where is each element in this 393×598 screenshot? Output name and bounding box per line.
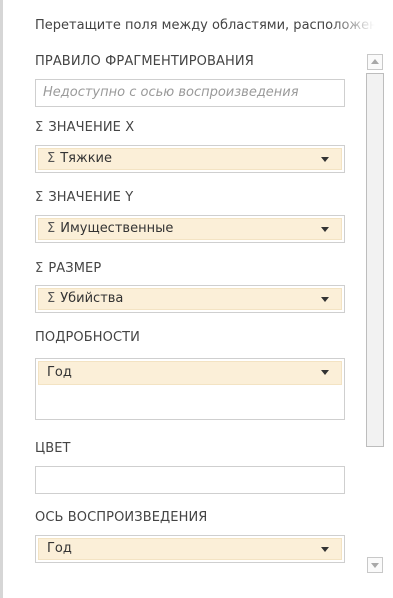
sigma-icon: Σ xyxy=(47,221,56,236)
details-label: ПОДРОБНОСТИ xyxy=(35,330,141,345)
size-label: Σ РАЗМЕР xyxy=(35,261,101,276)
hint-fade-overlay xyxy=(330,14,375,38)
y-value-label: Σ ЗНАЧЕНИЕ Y xyxy=(35,190,133,205)
sigma-icon: Σ xyxy=(35,190,44,205)
play-axis-field-pill[interactable]: Год xyxy=(38,538,342,560)
chevron-down-icon[interactable] xyxy=(321,297,329,302)
x-value-label-text: ЗНАЧЕНИЕ X xyxy=(48,120,135,135)
scrollbar-thumb[interactable] xyxy=(366,73,384,447)
play-axis-label: ОСЬ ВОСПРОИЗВЕДЕНИЯ xyxy=(35,510,208,525)
chevron-down-icon[interactable] xyxy=(321,370,329,375)
scroll-up-arrow-icon[interactable] xyxy=(367,54,383,70)
y-value-field-pill[interactable]: Σ Имущественные xyxy=(38,218,342,240)
size-well[interactable]: Σ Убийства xyxy=(35,285,345,313)
y-value-label-text: ЗНАЧЕНИЕ Y xyxy=(48,190,134,205)
color-label: ЦВЕТ xyxy=(35,441,71,456)
sigma-icon: Σ xyxy=(35,261,44,276)
details-well[interactable]: Год xyxy=(35,358,345,420)
chevron-down-icon[interactable] xyxy=(321,157,329,162)
y-value-field-label: Имущественные xyxy=(60,221,174,236)
size-label-text: РАЗМЕР xyxy=(48,261,102,276)
scroll-down-arrow-icon[interactable] xyxy=(367,557,383,573)
panel-hint: Перетащите поля между областями, располо… xyxy=(35,18,375,33)
fragment-rule-well: Недоступно с осью воспроизведения xyxy=(35,79,345,107)
sigma-icon: Σ xyxy=(47,151,56,166)
panel-left-border xyxy=(0,0,3,598)
chevron-down-icon[interactable] xyxy=(321,227,329,232)
fragment-rule-label: ПРАВИЛО ФРАГМЕНТИРОВАНИЯ xyxy=(35,54,254,69)
play-axis-field-label: Год xyxy=(47,541,72,556)
x-value-field-pill[interactable]: Σ Тяжкие xyxy=(38,148,342,170)
sigma-icon: Σ xyxy=(35,120,44,135)
details-field-pill[interactable]: Год xyxy=(38,361,342,385)
x-value-field-label: Тяжкие xyxy=(60,151,112,166)
sigma-icon: Σ xyxy=(47,291,56,306)
chevron-down-icon[interactable] xyxy=(321,547,329,552)
x-value-well[interactable]: Σ Тяжкие xyxy=(35,145,345,173)
play-axis-well[interactable]: Год xyxy=(35,535,345,563)
size-field-pill[interactable]: Σ Убийства xyxy=(38,288,342,310)
y-value-well[interactable]: Σ Имущественные xyxy=(35,215,345,243)
size-field-label: Убийства xyxy=(60,291,124,306)
x-value-label: Σ ЗНАЧЕНИЕ X xyxy=(35,120,134,135)
color-well[interactable] xyxy=(35,466,345,494)
details-field-label: Год xyxy=(47,365,72,380)
